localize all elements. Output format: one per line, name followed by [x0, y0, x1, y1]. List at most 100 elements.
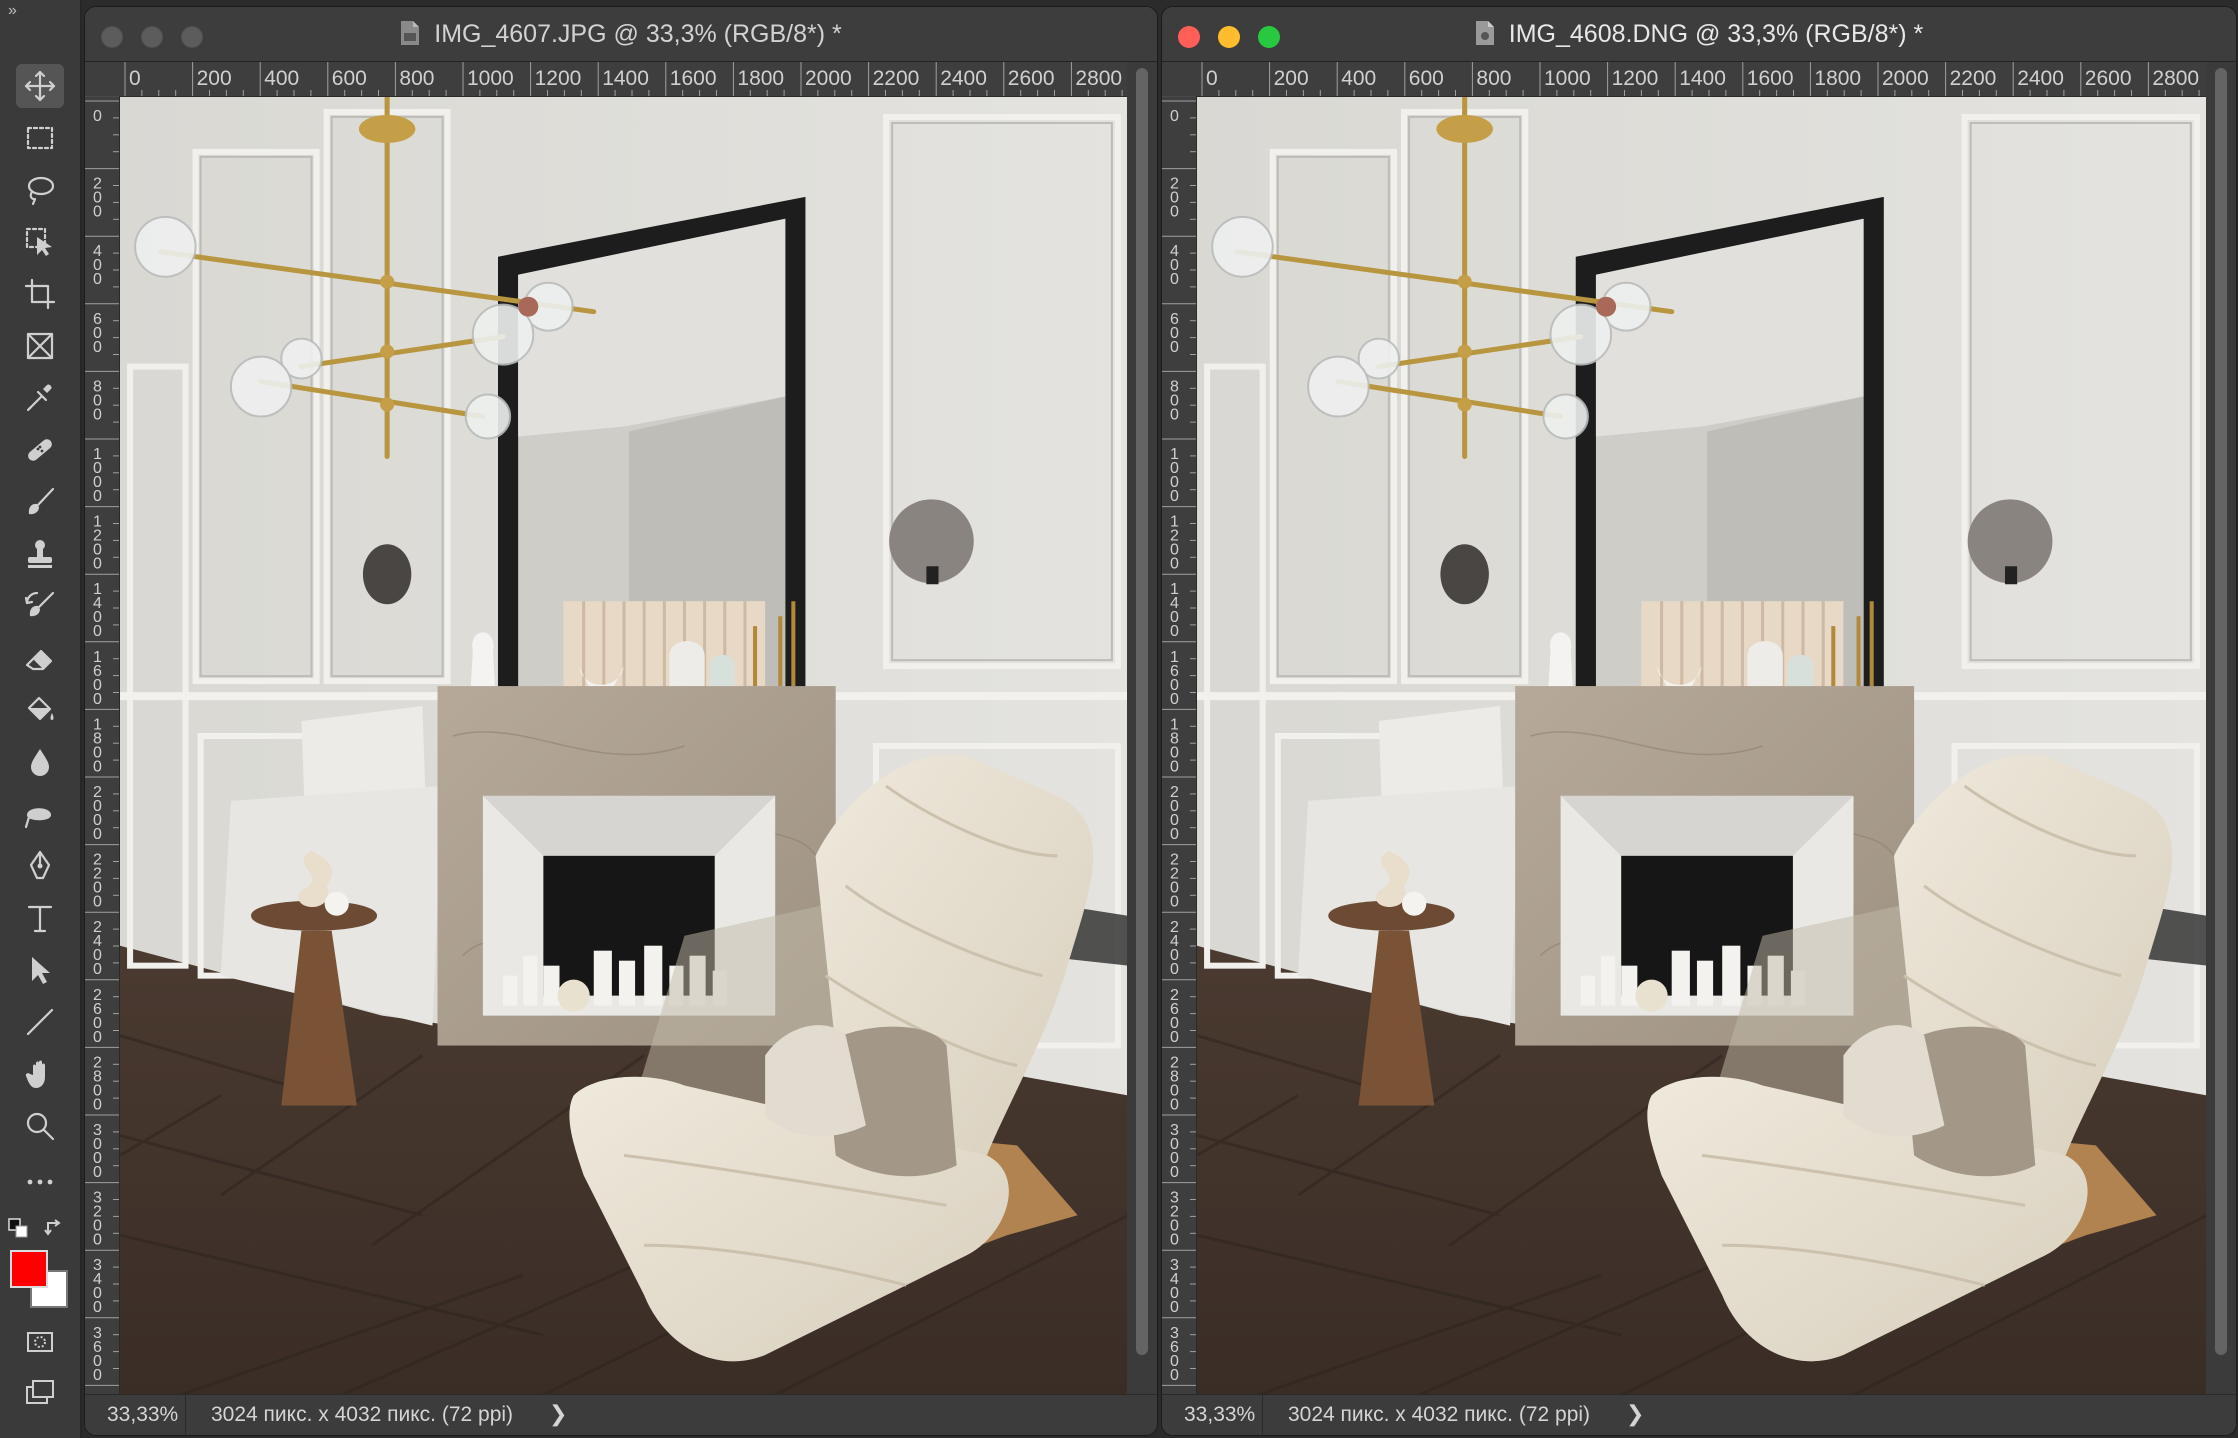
ruler-label: 1000: [1544, 67, 1591, 90]
window-titlebar[interactable]: IMG_4607.JPG @ 33,3% (RGB/8*) *: [85, 7, 1157, 62]
status-bar: 33,33% 3024 пикс. x 4032 пикс. (72 ppi) …: [85, 1394, 1157, 1435]
zoom-level[interactable]: 33,33%: [1184, 1403, 1255, 1427]
vertical-scrollbar[interactable]: [2206, 62, 2236, 1395]
zoom-tool[interactable]: [16, 1104, 64, 1148]
dodge-tool[interactable]: [16, 792, 64, 836]
document-window-img-4607[interactable]: IMG_4607.JPG @ 33,3% (RGB/8*) * 0 200 400 6…: [84, 6, 1158, 1436]
status-menu-arrow[interactable]: ❯: [1626, 1401, 1644, 1427]
line-icon: [26, 1008, 54, 1036]
stamp-icon: [28, 540, 52, 568]
ruler-label: 0: [1170, 1232, 1179, 1249]
quick-mask-button[interactable]: [16, 1320, 64, 1364]
screen-mode-button[interactable]: [16, 1370, 64, 1414]
ruler-label: 0: [1170, 691, 1179, 708]
ruler-label: 0: [93, 826, 102, 843]
ruler-label: 0: [1170, 1367, 1179, 1384]
default-colors-icon[interactable]: [8, 1218, 30, 1238]
ruler-label: 2800: [2152, 67, 2199, 90]
frame-tool[interactable]: [16, 324, 64, 368]
ruler-label: 0: [93, 108, 102, 125]
ruler-label: 0: [1170, 271, 1179, 288]
ruler-label: 0: [93, 623, 102, 640]
healing-brush-tool[interactable]: [16, 428, 64, 472]
ruler-label: 1000: [467, 67, 514, 90]
ruler-label: 1600: [670, 67, 717, 90]
horizontal-ruler[interactable]: 0 200 400 600 800 1000 1200 1400 1600 1800 2000 220…: [1196, 62, 2206, 97]
pen-tool[interactable]: [16, 844, 64, 888]
ruler-label: 200: [1274, 67, 1309, 90]
scrollbar-thumb[interactable]: [1136, 68, 1148, 1355]
ruler-label: 1200: [1612, 67, 1659, 90]
edit-toolbar[interactable]: [16, 1160, 64, 1204]
drop-icon: [31, 749, 49, 776]
ruler-label: 1800: [737, 67, 784, 90]
brush-tool[interactable]: [16, 480, 64, 524]
object-selection-tool[interactable]: [16, 220, 64, 264]
blur-tool[interactable]: [16, 740, 64, 784]
move-icon: [24, 70, 56, 102]
ruler-label: 800: [399, 67, 434, 90]
window-title: IMG_4607.JPG @ 33,3% (RGB/8*) *: [85, 20, 1157, 49]
lasso-tool[interactable]: [16, 168, 64, 212]
ruler-origin[interactable]: [85, 62, 119, 96]
ruler-label: 0: [1170, 1164, 1179, 1181]
paint-bucket-tool[interactable]: [16, 688, 64, 732]
window-title: IMG_4608.DNG @ 33,3% (RGB/8*) *: [1162, 20, 2236, 49]
horizontal-ruler[interactable]: 0 200 400 600 800 1000 1200 1400 1600 1800 2000 220…: [119, 62, 1127, 97]
move-tool[interactable]: [16, 64, 64, 108]
image-canvas[interactable]: [1197, 97, 2206, 1395]
vertical-ruler[interactable]: 0200400600800100012001400160018002000220…: [85, 97, 120, 1395]
history-brush-tool[interactable]: [16, 584, 64, 628]
hand-tool[interactable]: [16, 1052, 64, 1096]
zoom-level[interactable]: 33,33%: [107, 1403, 178, 1427]
ruler-label: 0: [1206, 67, 1218, 90]
vertical-scrollbar[interactable]: [1127, 62, 1157, 1395]
ruler-label: 0: [93, 339, 102, 356]
ruler-label: 2000: [805, 67, 852, 90]
eyedropper-tool[interactable]: [16, 376, 64, 420]
ruler-label: 0: [93, 1232, 102, 1249]
ruler-label: 0: [93, 271, 102, 288]
rectangular-marquee-tool[interactable]: [16, 116, 64, 160]
ruler-label: 2000: [1882, 67, 1929, 90]
ruler-label: 0: [93, 1096, 102, 1113]
foreground-color-swatch[interactable]: [10, 1250, 48, 1288]
ruler-label: 1400: [602, 67, 649, 90]
screen-mode-icon: [26, 1380, 54, 1404]
clone-stamp-tool[interactable]: [16, 532, 64, 576]
ruler-label: 0: [93, 1029, 102, 1046]
ruler-label: 2800: [1075, 67, 1122, 90]
path-selection-tool[interactable]: [16, 948, 64, 992]
document-window-img-4608[interactable]: IMG_4608.DNG @ 33,3% (RGB/8*) * 0 200 400 6…: [1161, 6, 2237, 1436]
ruler-label: 0: [1170, 1096, 1179, 1113]
window-titlebar[interactable]: IMG_4608.DNG @ 33,3% (RGB/8*) *: [1162, 7, 2236, 62]
dodge-icon: [24, 808, 51, 829]
collapse-toolbar-icon[interactable]: »: [8, 2, 17, 20]
window-title-text: IMG_4607.JPG @ 33,3% (RGB/8*) *: [434, 20, 842, 48]
frame-icon: [26, 332, 54, 360]
ruler-origin[interactable]: [1162, 62, 1196, 96]
type-tool[interactable]: [16, 896, 64, 940]
image-canvas[interactable]: [120, 97, 1127, 1395]
photo-living-room: [1197, 97, 2206, 1395]
status-menu-arrow[interactable]: ❯: [549, 1401, 567, 1427]
ruler-label: 0: [1170, 204, 1179, 221]
image-file-icon: [401, 21, 420, 45]
crop-tool[interactable]: [16, 272, 64, 316]
scrollbar-thumb[interactable]: [2215, 68, 2227, 1355]
ruler-label: 600: [1409, 67, 1444, 90]
raw-file-icon: [1475, 21, 1494, 45]
ruler-label: 400: [1341, 67, 1376, 90]
eraser-tool[interactable]: [16, 636, 64, 680]
brush-icon: [28, 487, 55, 515]
type-icon: [27, 905, 53, 933]
ruler-label: 2400: [2017, 67, 2064, 90]
ruler-label: 1800: [1814, 67, 1861, 90]
marquee-icon: [26, 126, 54, 150]
ruler-label: 0: [1170, 339, 1179, 356]
swap-colors-icon[interactable]: [44, 1218, 66, 1238]
ruler-label: 400: [264, 67, 299, 90]
ruler-label: 0: [1170, 623, 1179, 640]
vertical-ruler[interactable]: 0200400600800100012001400160018002000220…: [1162, 97, 1197, 1395]
line-tool[interactable]: [16, 1000, 64, 1044]
